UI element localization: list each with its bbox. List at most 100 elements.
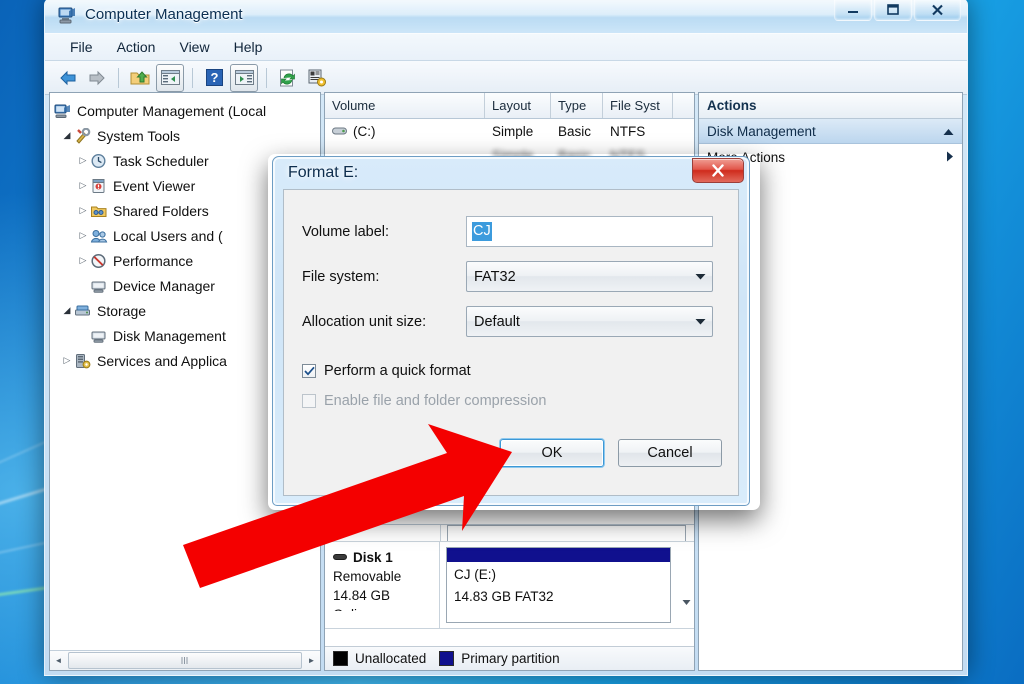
expander-closed-icon[interactable]: ▷ [76,205,90,216]
cell-layout: Simple [492,123,534,139]
tree-item-label: Storage [97,302,147,319]
disk-map: Disk 1 Removable 14.84 GB Online CJ (E:)… [325,524,694,670]
column-header-layout[interactable]: Layout [485,93,551,118]
expander-closed-icon[interactable]: ▷ [76,180,90,191]
device-manager-icon [90,278,108,294]
disk-name: Disk 1 [353,550,393,565]
legend-label-unallocated: Unallocated [355,651,427,666]
back-arrow-icon[interactable] [55,65,81,91]
expander-closed-icon[interactable]: ▷ [76,230,90,241]
format-dialog: Format E: Volume label: CJ File system: … [272,156,750,506]
maximize-button[interactable] [874,0,912,21]
label-file-system: File system: [302,268,380,285]
menu-bar: File Action View Help [45,34,967,61]
system-tools-icon [74,127,92,144]
cell-type: Basic [558,123,592,139]
checkbox-row-quick-format[interactable]: Perform a quick format [284,363,738,379]
volume-list-header: Volume Layout Type File Syst [325,93,694,119]
minimize-button[interactable] [834,0,872,21]
allocation-unit-select[interactable]: Default [466,306,713,337]
volume-label-input-wrap: CJ [466,216,713,247]
ok-button[interactable]: OK [500,439,604,467]
users-icon [90,228,108,244]
disk-legend: Unallocated Primary partition [325,646,694,670]
tree-item-label: Local Users and ( [113,227,223,244]
scroll-left-arrow-icon[interactable]: ◄ [50,652,67,669]
disk-name-line: Disk 1 [333,548,439,567]
column-header-volume[interactable]: Volume [325,93,485,118]
disk-row-partial [325,525,694,542]
expander-closed-icon[interactable]: ▷ [60,355,74,366]
actions-group-disk-management[interactable]: Disk Management [699,119,962,144]
dialog-titlebar[interactable]: Format E: [276,158,746,190]
expander-closed-icon[interactable]: ▷ [76,255,90,266]
forward-arrow-icon[interactable] [84,65,110,91]
chevron-down-icon[interactable] [692,313,709,330]
toolbar-separator [192,67,193,88]
disk-size: 14.84 GB [333,588,391,603]
disk-management-icon [90,328,108,344]
legend-swatch-unallocated [333,651,348,666]
scrollbar-thumb[interactable] [68,652,302,669]
cell-filesystem: NTFS [610,123,646,139]
label-allocation-unit-size: Allocation unit size: [302,313,427,330]
svg-text:?: ? [210,70,218,85]
tree-item-label: Performance [113,252,194,269]
disk-icon [333,548,348,567]
dialog-body: Volume label: CJ File system: FAT32 [283,189,739,496]
dialog-close-button[interactable] [692,158,744,183]
properties-icon[interactable] [304,65,330,91]
tree-item-computer-management[interactable]: Computer Management (Local [50,98,320,123]
close-button[interactable] [914,0,961,21]
chevron-down-icon[interactable] [692,268,709,285]
up-folder-icon[interactable] [127,65,153,91]
show-hide-console-tree-icon[interactable] [156,63,184,92]
menu-action[interactable]: Action [106,36,167,58]
expander-closed-icon[interactable]: ▷ [76,155,90,166]
scroll-right-arrow-icon[interactable]: ► [303,652,320,669]
disk-row[interactable]: Disk 1 Removable 14.84 GB Online CJ (E:)… [325,542,694,629]
window-controls [834,0,961,21]
show-hide-action-pane-icon[interactable] [230,63,258,92]
disk-info: Disk 1 Removable 14.84 GB Online [325,542,440,628]
refresh-icon[interactable] [275,65,301,91]
disk-type: Removable [333,569,402,584]
chevron-up-icon[interactable] [943,124,954,139]
menu-help[interactable]: Help [223,36,274,58]
label-volume-label: Volume label: [302,223,390,240]
table-row[interactable]: (C:) Simple Basic NTFS [325,119,694,143]
toolbar-separator [118,67,119,88]
expander-open-icon[interactable]: ◢ [60,130,74,141]
volume-label-input[interactable] [466,216,713,247]
tree-horizontal-scrollbar[interactable]: ◄ ► [50,650,320,670]
expander-open-icon[interactable]: ◢ [60,305,74,316]
tree-item-label: Computer Management (Local [77,102,267,119]
disk-scroll-down-arrow-icon[interactable] [679,542,694,628]
cancel-button[interactable]: Cancel [618,439,722,467]
tree-item-label: Shared Folders [113,202,209,219]
window-titlebar[interactable]: Computer Management [45,0,967,34]
quick-format-checkbox[interactable] [302,364,316,378]
help-icon[interactable]: ? [201,65,227,91]
toolbar-separator [266,67,267,88]
quick-format-label: Perform a quick format [324,363,471,379]
actions-group-label: Disk Management [707,123,816,139]
column-header-type[interactable]: Type [551,93,603,118]
partition-block[interactable]: CJ (E:) 14.83 GB FAT32 [446,547,671,623]
column-header-filesystem[interactable]: File Syst [603,93,673,118]
shared-folders-icon [90,203,108,219]
performance-icon [90,253,108,269]
tree-item-system-tools[interactable]: ◢ System Tools [50,123,320,148]
actions-header: Actions [699,93,962,119]
field-file-system: File system: FAT32 [284,261,738,292]
file-system-select[interactable]: FAT32 [466,261,713,292]
chevron-right-icon[interactable] [946,150,954,165]
checkbox-row-compression: Enable file and folder compression [284,393,738,409]
services-icon [74,353,92,369]
compression-checkbox [302,394,316,408]
menu-view[interactable]: View [168,36,220,58]
tree-item-label: System Tools [97,127,180,144]
tree-item-label: Disk Management [113,327,226,344]
partition-detail: 14.83 GB FAT32 [454,589,554,604]
menu-file[interactable]: File [59,36,104,58]
